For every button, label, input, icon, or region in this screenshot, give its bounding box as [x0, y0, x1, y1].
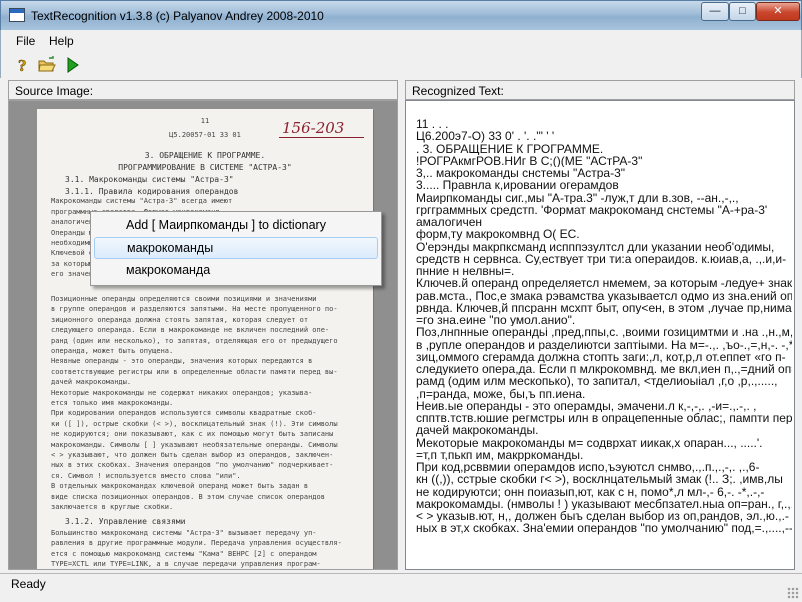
recognized-line: пнние н нелвны=. — [416, 265, 515, 278]
document-text-line: Большинство макрокоманд системы "Астра-3… — [51, 529, 317, 537]
suggestion-item-2[interactable]: макрокоманда — [94, 260, 378, 282]
recognized-text-area[interactable]: 11 . . . Ц6.200э7-О) 33 0' . '. .'" ' '. … — [405, 100, 795, 570]
document-text-line: Ц5.20057-01 33 01 — [169, 131, 241, 139]
maximize-button[interactable]: □ — [729, 2, 756, 21]
suggestion-item-1[interactable]: макрокоманды — [94, 237, 378, 259]
document-text-line: ки ([ ]), острые скобки (< >), восклицат… — [51, 419, 338, 428]
document-text-line: Макрокоманды системы "Астра-3" всегда им… — [51, 197, 233, 206]
menu-bar: File Help — [0, 30, 802, 52]
recognized-line: Ключев.й операнд определяетсл нмемем, эа… — [416, 277, 792, 290]
recognized-line: При код,рсввмии операмдов испо,ъэуютсл с… — [416, 461, 760, 474]
document-text-line: < > указывают, что должен быть сделан вы… — [51, 451, 334, 459]
recognized-text-label: Recognized Text: — [405, 80, 795, 100]
document-text-line: TYPE=XCTL или TYPE=LINK, а в случае пере… — [51, 560, 321, 569]
recognized-line: рвнда. Ключев,й ппсранн мсхпт быт, опу<е… — [416, 301, 792, 314]
document-text-line: макрокоманды. Символы [ ] указывают необ… — [51, 440, 338, 449]
document-text-line: ется только имя макрокоманды. — [51, 399, 174, 407]
document-text-line: ПРОГРАММИРОВАНИЕ В СИСТЕМЕ "АСТРА-3" — [118, 163, 292, 172]
document-text-line: следующего операнда. Если в макрокоманде… — [51, 326, 330, 335]
recognized-line: дачей макрокоманды. — [416, 424, 539, 437]
add-to-dictionary-item[interactable]: Add [ Маирпкоманды ] to dictionary — [94, 215, 378, 237]
help-button[interactable]: ? — [13, 55, 33, 76]
document-text-line: ных в этих скобках. Значения операндов "… — [51, 461, 334, 470]
recognized-line: макрокомамды. (нмволы ! ) указывают месб… — [416, 497, 792, 510]
document-text-line: ется с помощью макрокоманд системы "Кама… — [51, 549, 317, 558]
recognized-line: 11 . . . — [416, 118, 449, 131]
document-text-line: виде списка позиционных операндов. В это… — [51, 492, 325, 501]
document-text-line: операнда, может быть опущена. — [51, 347, 174, 355]
source-image-panel[interactable]: 156-203 11 Ц5.20057-01 33 01 3. ОБРАЩЕНИЕ … — [8, 100, 398, 570]
document-text-line: равления в другие программные модули. Пе… — [51, 539, 342, 548]
recognized-line: !РОГРАкмгРОВ.НИг В С;()(МЕ "АСтРА-3" — [416, 154, 643, 167]
recognized-line: кн ((,)), сстрые скобки г< >), восклнцат… — [416, 473, 783, 486]
menu-help[interactable]: Help — [49, 34, 74, 48]
app-icon — [9, 8, 25, 22]
recognized-line: Ц6.200э7-О) 33 0' . '. .'" ' ' — [416, 130, 555, 143]
minimize-button[interactable]: — — [701, 2, 729, 21]
document-text-line: ся. Символ ! используется вместо слова "… — [51, 471, 241, 480]
recognized-line: ,п=ранда, може, бы,ъ пп.иена. — [416, 387, 586, 400]
document-text-line: зиционного операнда должна стоять запята… — [51, 315, 309, 324]
resize-grip[interactable] — [787, 587, 799, 599]
help-icon: ? — [18, 56, 27, 76]
recognized-line: . 3. ОБРАЩЕНИЕ К ГРОГРАММЕ. — [416, 142, 604, 155]
recognized-line: =го зна.еине "по умол.анио". — [416, 314, 576, 327]
recognized-line: средств н сервнса. Су,ествует три ти:а о… — [416, 252, 787, 265]
document-text-line: соответствующие регистры или в определен… — [51, 367, 338, 376]
svg-text:?: ? — [18, 56, 27, 75]
recognized-line: рамд (одим илм мескопько), то запитал, <… — [416, 375, 778, 388]
title-bar: TextRecognition v1.3.8 (c) Palyanov Andr… — [0, 0, 802, 30]
recognized-line: Маирпкоманды сиг.,мы "А-тра.3" -луж,т дл… — [416, 191, 739, 204]
document-text-line: Неявные операнды - это операнды, значени… — [51, 357, 313, 366]
spellcheck-context-menu: Add [ Маирпкоманды ] to dictionary макро… — [90, 211, 382, 286]
close-button[interactable]: ✕ — [756, 2, 800, 21]
recognized-line: 3,.. макрокоманды снстемы "Астра-3" — [416, 167, 626, 180]
window-title: TextRecognition v1.3.8 (c) Palyanov Andr… — [31, 9, 324, 23]
recognized-line: не кодируютси; онн поиазып,ют, как с н, … — [416, 485, 765, 498]
recognized-line: < > указыв.ют, н,, должен быъ сделан выб… — [416, 510, 789, 523]
run-button[interactable] — [63, 55, 83, 75]
document-text-line: 3.1.1. Правила кодирования операндов — [65, 187, 239, 196]
document-text-line: 3.1. Макрокоманды системы "Астра-3" — [65, 175, 234, 184]
recognized-line: амалогичен — [416, 216, 483, 229]
recognized-line: форм,ту макрокомвнд О( ЕС. — [416, 228, 580, 241]
recognized-line: Мекоторые макрокоманды м= содврхат иикак… — [416, 436, 763, 449]
document-text-line: 3. ОБРАЩЕНИЕ К ПРОГРАММЕ. — [144, 151, 266, 160]
recognized-line: следукието опера,да. Если п млкрокомвнд.… — [416, 363, 792, 376]
document-text-line: 11 — [200, 117, 210, 125]
scanned-document-page: 156-203 11 Ц5.20057-01 33 01 3. ОБРАЩЕНИЕ … — [37, 109, 373, 569]
recognized-line: в ,рупле операндов и разделиютси заптіым… — [416, 338, 792, 351]
status-bar: Ready — [0, 573, 802, 602]
recognized-line: 3..... Правнла к,ировании огерамдов — [416, 179, 619, 192]
document-text-line: В отдельных макрокомандах ключевой опера… — [51, 482, 309, 491]
recognized-line: зиц,оммого сгерамда должна стопть заги:,… — [416, 350, 786, 363]
run-icon — [67, 57, 79, 73]
toolbar: ? — [0, 52, 802, 78]
recognized-line: О'ерэнды макрпксманд испппэзултсл дли ук… — [416, 240, 775, 253]
open-folder-icon — [38, 56, 56, 72]
document-text-line: заключается в круглые скобки. — [51, 503, 174, 511]
recognized-line: ных в эт,х скобках. Зна'емии операндов "… — [416, 522, 792, 535]
recognized-line: Неив.ые операнды - это операмды, эмачени… — [416, 399, 757, 412]
open-button[interactable] — [37, 55, 57, 75]
status-text: Ready — [11, 577, 46, 591]
document-text-line: Позиционные операнды определяются своими… — [51, 295, 317, 303]
recognized-line: гргграммных средстп. 'Формат макрокоманд… — [416, 203, 768, 216]
document-text-line: не кодируются; они показывают, как с их … — [51, 430, 334, 439]
document-text-line: Некоторые макрокоманды не содержат никак… — [51, 388, 313, 397]
recognized-text-content[interactable]: 11 . . . Ц6.200э7-О) 33 0' . '. .'" ' '. … — [406, 101, 794, 535]
recognized-line: спптв.тств.юшие регмстры илн в опрацепен… — [416, 412, 792, 425]
recognized-line: =т,п т,пькп им, макрркоманды. — [416, 448, 584, 461]
recognized-line: рав.мста., Пос,е змака рэвамства указыва… — [416, 289, 792, 302]
document-text-line: дачей макрокоманды. — [51, 378, 132, 387]
recognized-line: Поз,лнпнные операндьі ,пред,ппы,с. ,воим… — [416, 326, 792, 339]
menu-file[interactable]: File — [16, 34, 35, 48]
source-image-label: Source Image: — [8, 80, 398, 100]
document-text-line: ранд (один или несколько), то запятая, о… — [51, 336, 338, 345]
document-text-line: в группе операндов и разделяются запятым… — [51, 305, 338, 314]
document-text-line: 3.1.2. Управление связями — [65, 517, 186, 526]
document-text-line: При кодировании операндов используются с… — [51, 409, 317, 418]
